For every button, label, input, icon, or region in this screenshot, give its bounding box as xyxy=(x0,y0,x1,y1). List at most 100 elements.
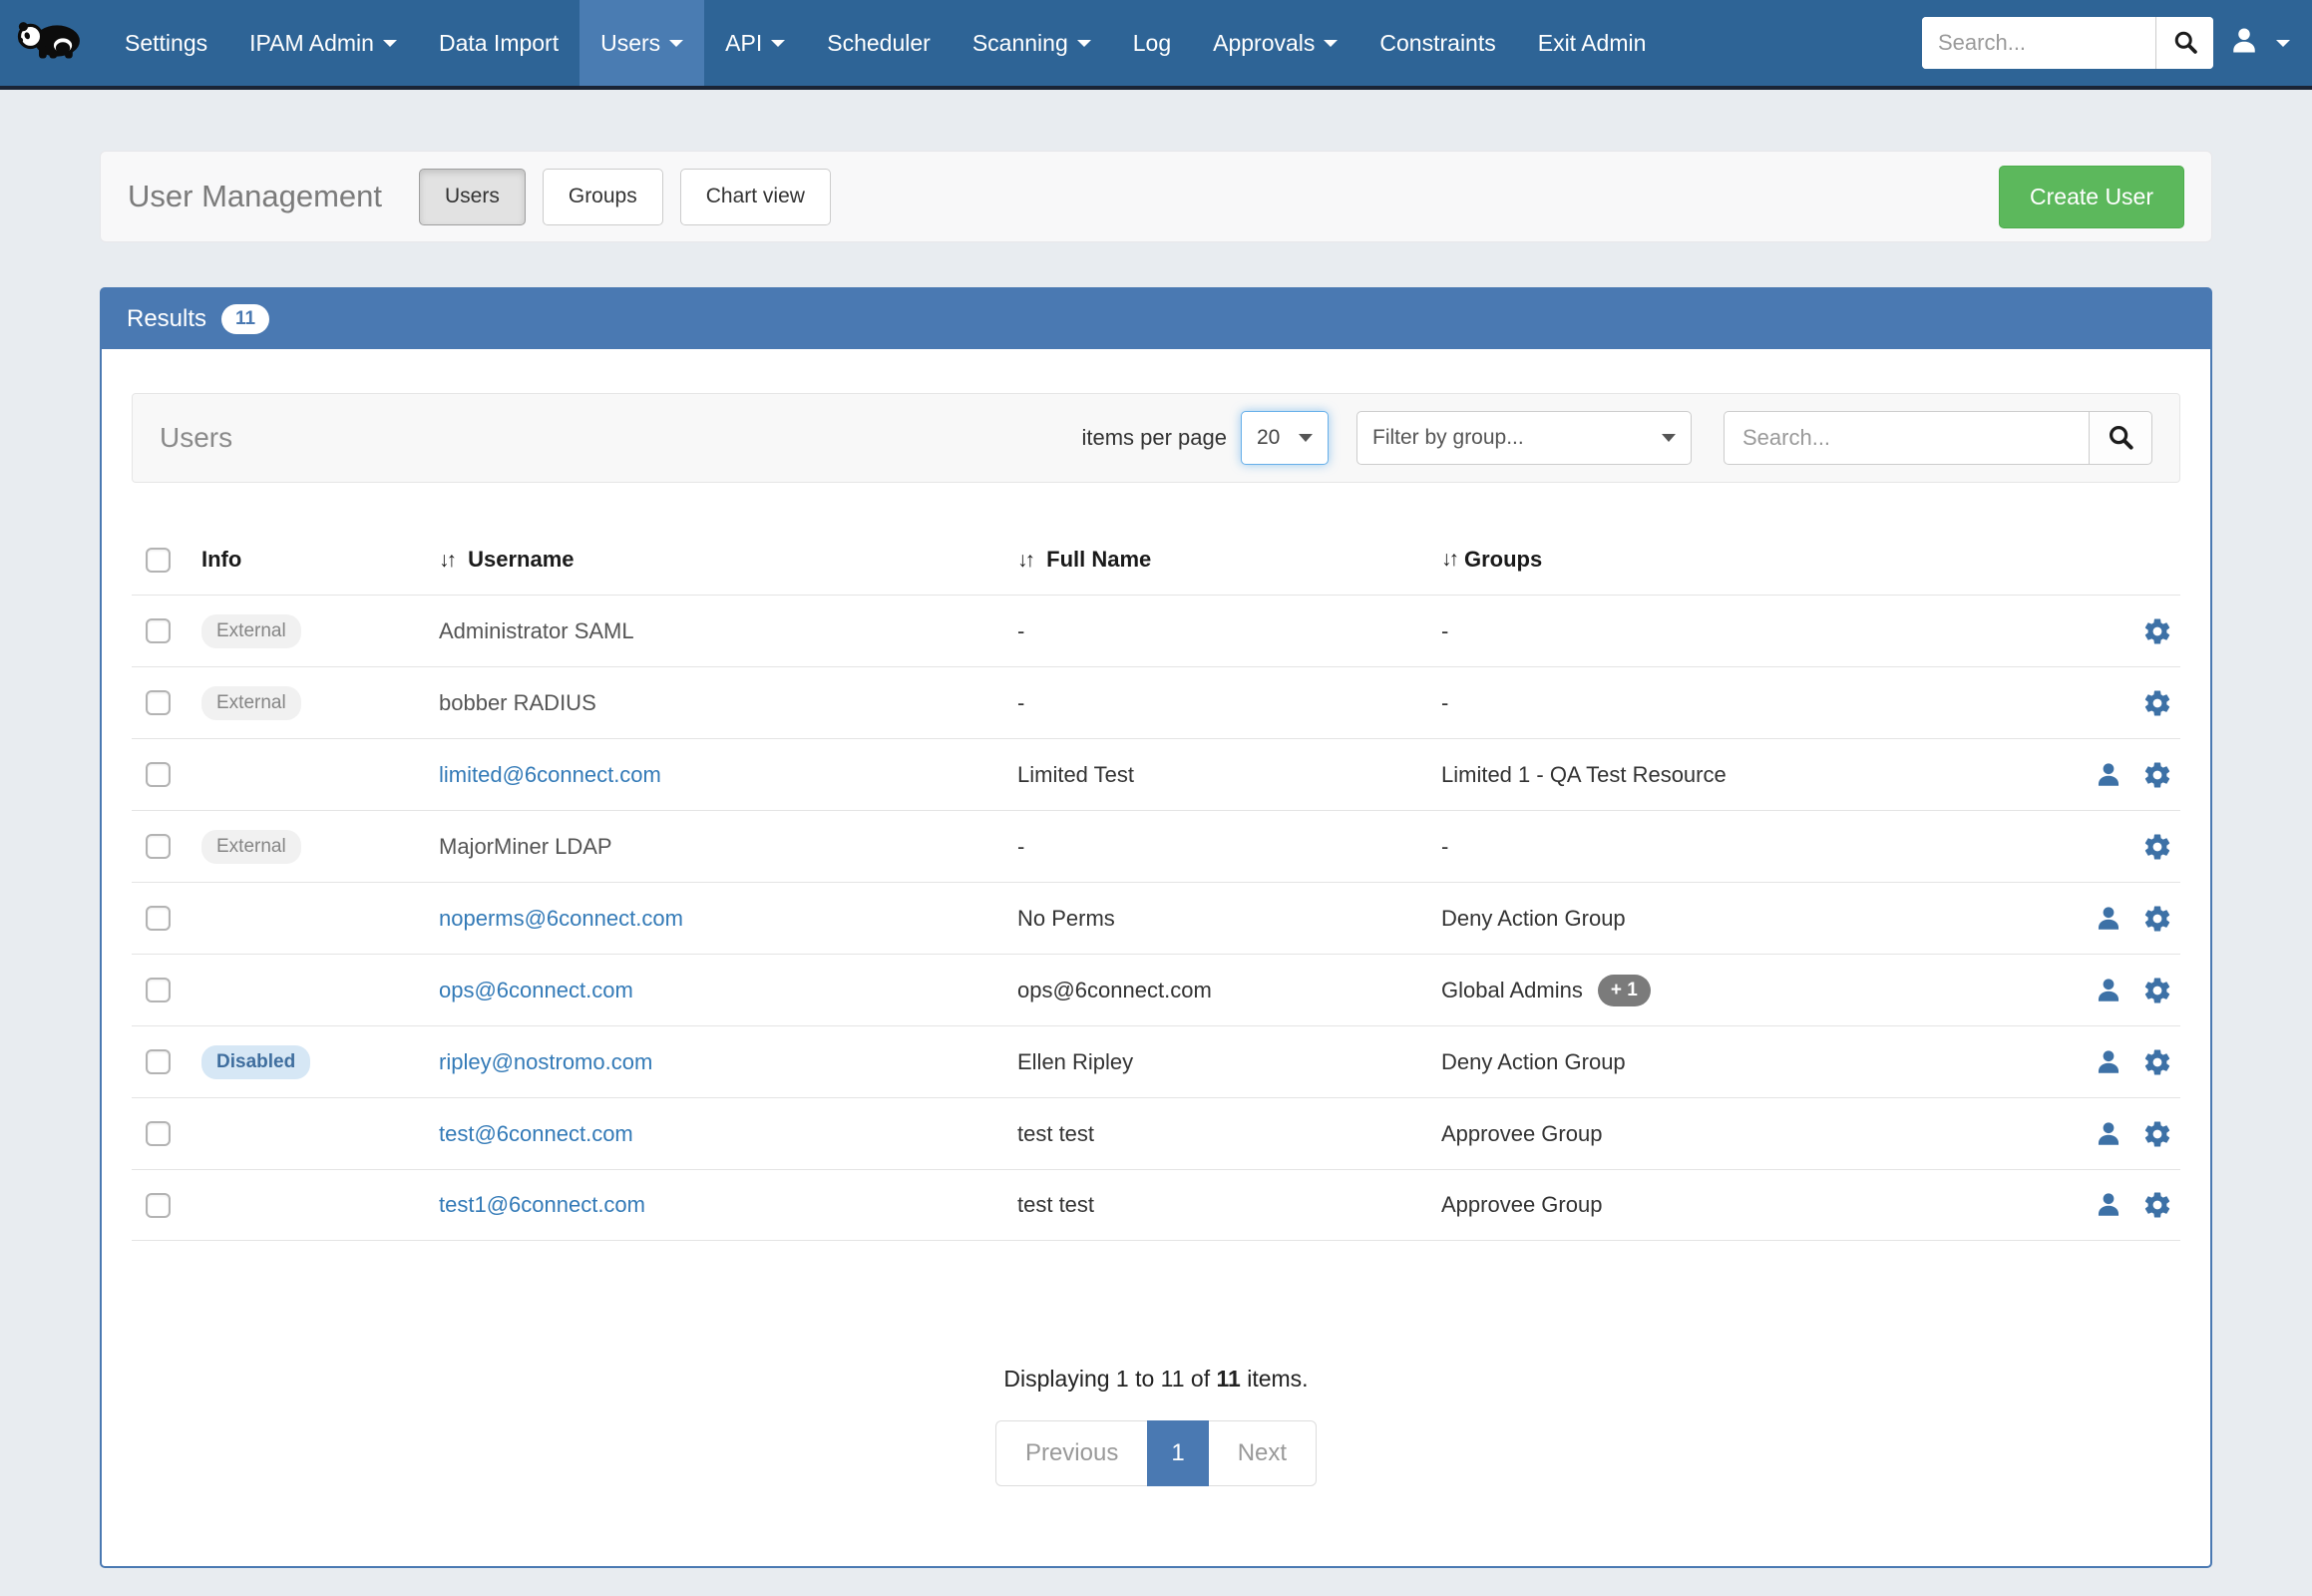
filter-by-group-select[interactable]: Filter by group... xyxy=(1356,411,1692,465)
full-name-text: Limited Test xyxy=(1017,762,1441,788)
sort-arrows-icon: ↓↑ xyxy=(1017,549,1032,572)
nav-item-label: Log xyxy=(1133,30,1171,57)
nav-item-label: Scanning xyxy=(972,30,1068,57)
pagination-next[interactable]: Next xyxy=(1209,1420,1317,1486)
username-link[interactable]: limited@6connect.com xyxy=(439,762,661,787)
username-link[interactable]: ripley@nostromo.com xyxy=(439,1049,652,1074)
sort-arrows-icon: ↓↑ xyxy=(439,549,454,572)
gear-icon[interactable] xyxy=(2142,832,2172,862)
caret-down-icon xyxy=(1324,40,1338,47)
create-user-button[interactable]: Create User xyxy=(1999,166,2184,228)
pagination-page-1[interactable]: 1 xyxy=(1147,1420,1208,1486)
groups-text: Approvee Group xyxy=(1441,1121,1602,1147)
caret-down-icon xyxy=(2276,40,2290,47)
nav-item-label: API xyxy=(725,30,762,57)
gear-icon[interactable] xyxy=(2142,760,2172,790)
row-checkbox[interactable] xyxy=(146,978,171,1002)
pagination-previous[interactable]: Previous xyxy=(995,1420,1147,1486)
nav-item-data-import[interactable]: Data Import xyxy=(418,0,579,86)
username-text: bobber RADIUS xyxy=(439,690,596,715)
table-row: External MajorMiner LDAP - - xyxy=(132,810,2180,882)
row-checkbox[interactable] xyxy=(146,906,171,931)
user-icon[interactable] xyxy=(2095,977,2122,1004)
username-link[interactable]: ops@6connect.com xyxy=(439,978,633,1002)
displaying-count: 11 xyxy=(1217,1366,1241,1392)
header-groups-label: Groups xyxy=(1464,547,1542,573)
row-checkbox[interactable] xyxy=(146,1049,171,1074)
nav-item-users[interactable]: Users xyxy=(579,0,704,86)
view-tabs: Users Groups Chart view xyxy=(419,169,831,225)
nav-item-label: Exit Admin xyxy=(1538,30,1647,57)
nav-item-log[interactable]: Log xyxy=(1112,0,1192,86)
gear-icon[interactable] xyxy=(2142,616,2172,646)
groups-text: Approvee Group xyxy=(1441,1192,1602,1218)
navbar-menu: Settings IPAM Admin Data ImportUsers API Sch… xyxy=(104,0,1667,86)
gear-icon[interactable] xyxy=(2142,1119,2172,1149)
tab-groups[interactable]: Groups xyxy=(543,169,663,225)
row-checkbox[interactable] xyxy=(146,690,171,715)
user-icon[interactable] xyxy=(2095,1048,2122,1076)
nav-item-ipam-admin[interactable]: IPAM Admin xyxy=(228,0,418,86)
displaying-prefix: Displaying 1 to 11 of xyxy=(1003,1366,1216,1392)
results-title: Results xyxy=(127,305,206,333)
table-search-button[interactable] xyxy=(2089,411,2152,465)
header-full-name-label: Full Name xyxy=(1046,547,1151,572)
nav-item-label: Constraints xyxy=(1379,30,1495,57)
navbar-search-button[interactable] xyxy=(2155,17,2213,69)
row-checkbox[interactable] xyxy=(146,1193,171,1218)
nav-item-settings[interactable]: Settings xyxy=(104,0,228,86)
gear-icon[interactable] xyxy=(2142,1190,2172,1220)
nav-item-scanning[interactable]: Scanning xyxy=(952,0,1112,86)
items-per-page-select[interactable]: 20 xyxy=(1241,411,1329,465)
user-icon[interactable] xyxy=(2095,1191,2122,1219)
nav-item-exit-admin[interactable]: Exit Admin xyxy=(1517,0,1668,86)
header-info-label: Info xyxy=(201,547,241,572)
table-header-row: Info ↓↑ Username ↓↑ Full Name ↓↑ Groups xyxy=(132,525,2180,595)
gear-icon[interactable] xyxy=(2142,688,2172,718)
header-info: Info xyxy=(201,547,439,573)
username-link[interactable]: noperms@6connect.com xyxy=(439,906,683,931)
full-name-text: test test xyxy=(1017,1121,1441,1147)
gear-icon[interactable] xyxy=(2142,1047,2172,1077)
gear-icon[interactable] xyxy=(2142,976,2172,1005)
nav-item-label: IPAM Admin xyxy=(249,30,374,57)
results-panel-body: Users items per page 20 Filter by group.… xyxy=(102,349,2210,1566)
username-link[interactable]: test@6connect.com xyxy=(439,1121,633,1146)
gear-icon[interactable] xyxy=(2142,904,2172,934)
nav-item-label: Approvals xyxy=(1213,30,1315,57)
header-username-label: Username xyxy=(468,547,574,572)
row-checkbox[interactable] xyxy=(146,1121,171,1146)
tab-users[interactable]: Users xyxy=(419,169,526,225)
table-row: test1@6connect.com test test Approvee Gr… xyxy=(132,1169,2180,1241)
caret-down-icon xyxy=(1662,434,1676,442)
full-name-text: Ellen Ripley xyxy=(1017,1049,1441,1075)
table-search-input[interactable] xyxy=(1724,411,2089,465)
nav-item-scheduler[interactable]: Scheduler xyxy=(806,0,952,86)
page-header-panel: User Management Users Groups Chart view … xyxy=(100,151,2212,242)
user-icon[interactable] xyxy=(2095,905,2122,933)
search-icon xyxy=(2106,422,2135,455)
navbar-search-input[interactable] xyxy=(1922,17,2155,69)
info-badge: External xyxy=(201,686,301,720)
user-icon[interactable] xyxy=(2095,1120,2122,1148)
groups-text: Global Admins xyxy=(1441,978,1583,1003)
username-link[interactable]: test1@6connect.com xyxy=(439,1192,645,1217)
header-full-name[interactable]: ↓↑ Full Name xyxy=(1017,547,1441,573)
header-username[interactable]: ↓↑ Username xyxy=(439,547,1017,573)
user-icon[interactable] xyxy=(2095,761,2122,789)
row-checkbox[interactable] xyxy=(146,618,171,643)
table-row: External Administrator SAML - - xyxy=(132,595,2180,666)
select-all-checkbox[interactable] xyxy=(146,548,171,573)
nav-item-api[interactable]: API xyxy=(704,0,806,86)
user-icon xyxy=(2229,26,2259,61)
row-checkbox[interactable] xyxy=(146,762,171,787)
navbar-search xyxy=(1922,17,2213,69)
nav-item-constraints[interactable]: Constraints xyxy=(1358,0,1516,86)
header-groups[interactable]: ↓↑ Groups xyxy=(1441,547,2031,573)
users-toolbar: Users items per page 20 Filter by group.… xyxy=(132,393,2180,483)
nav-item-approvals[interactable]: Approvals xyxy=(1192,0,1358,86)
user-menu[interactable] xyxy=(2229,26,2290,61)
tab-chart-view[interactable]: Chart view xyxy=(680,169,831,225)
app-logo[interactable] xyxy=(0,0,104,86)
row-checkbox[interactable] xyxy=(146,834,171,859)
